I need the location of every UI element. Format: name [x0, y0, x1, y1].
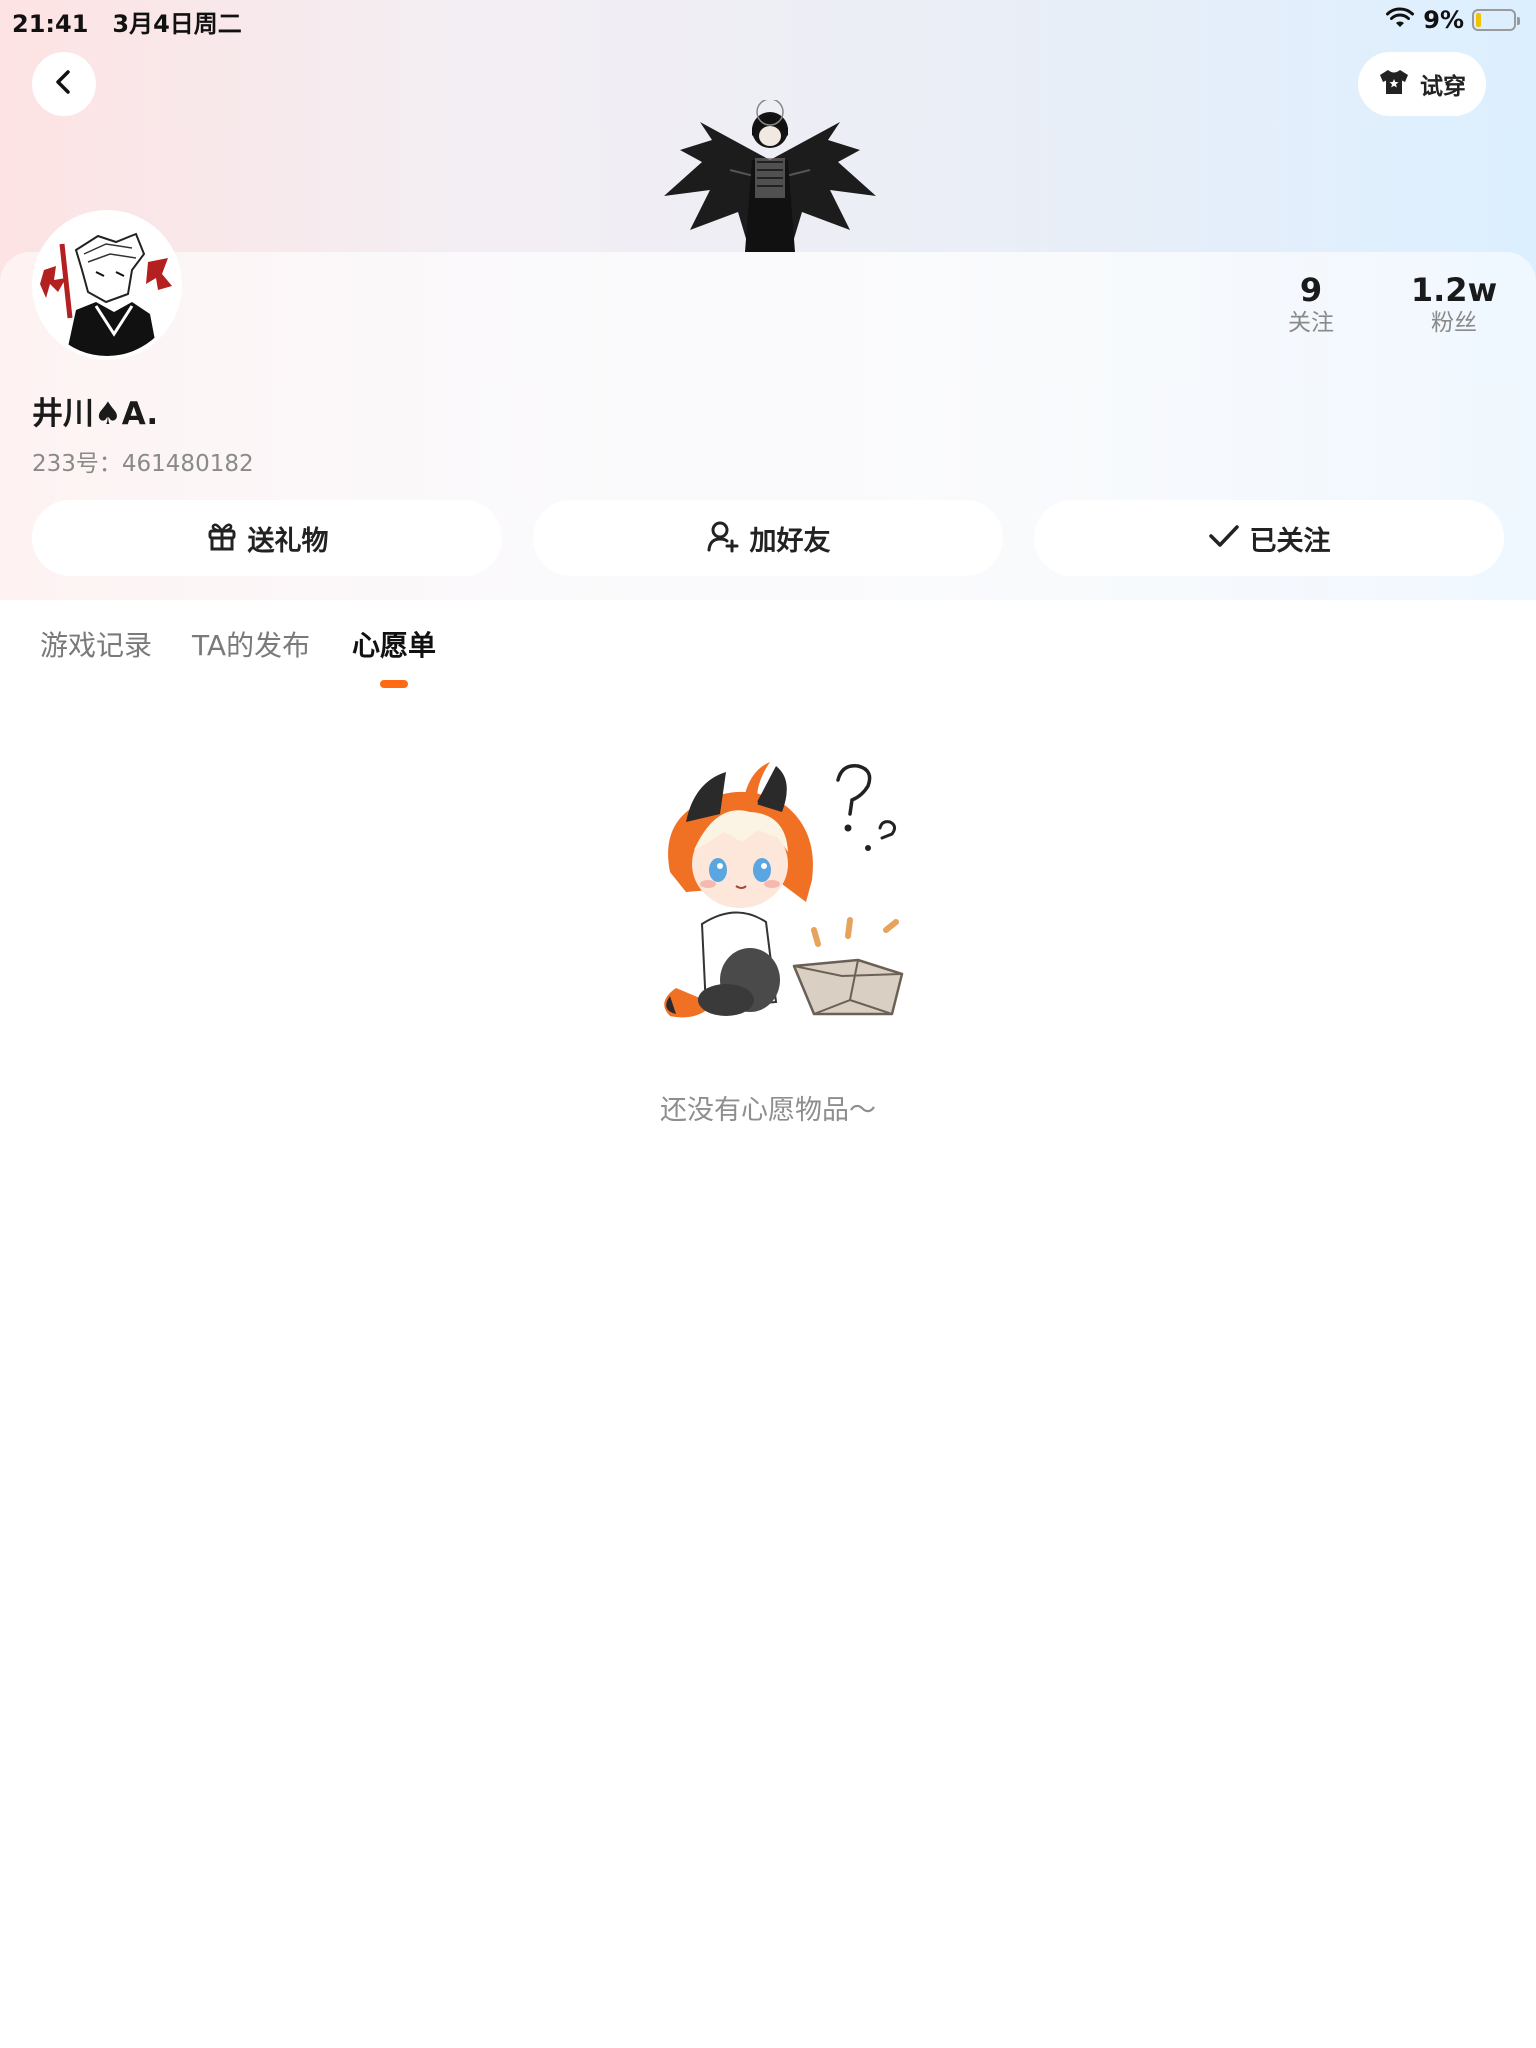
wifi-icon: [1385, 6, 1415, 34]
send-gift-label: 送礼物: [247, 525, 329, 557]
status-time-date: 21:41 3月4日周二: [12, 4, 242, 39]
username: 井川♠A.: [32, 396, 159, 432]
character-figure: [660, 98, 880, 252]
tab-game-records[interactable]: 游戏记录: [40, 624, 152, 664]
following-button[interactable]: 已关注: [1034, 500, 1504, 576]
user-id: 233号：461480182: [32, 451, 254, 477]
status-bar: 21:41 3月4日周二 9%: [0, 0, 1536, 40]
status-date: 3月4日周二: [112, 10, 242, 38]
followers-stat[interactable]: 1.2w 粉丝: [1384, 272, 1524, 338]
active-tab-indicator: [380, 680, 408, 688]
following-stat[interactable]: 9 关注: [1241, 272, 1381, 338]
send-gift-button[interactable]: 送礼物: [32, 500, 502, 576]
following-label: 关注: [1288, 310, 1334, 336]
status-indicators: 9%: [1385, 6, 1520, 34]
shirt-icon: [1378, 68, 1410, 100]
gift-icon: [206, 520, 238, 556]
battery-icon: [1472, 9, 1520, 31]
back-button[interactable]: [32, 52, 96, 116]
add-friend-label: 加好友: [749, 525, 831, 557]
try-on-button[interactable]: 试穿: [1358, 52, 1486, 116]
following-count: 9: [1299, 271, 1323, 309]
followers-count: 1.2w: [1410, 271, 1498, 309]
add-friend-icon: [706, 519, 740, 557]
empty-state-message: 还没有心愿物品～: [660, 1095, 876, 1126]
tab-wishlist[interactable]: 心愿单: [352, 624, 436, 664]
following-label-button: 已关注: [1249, 525, 1331, 557]
chevron-left-icon: [51, 69, 77, 99]
battery-percentage: 9%: [1423, 6, 1464, 34]
empty-state-illustration: [646, 752, 916, 1022]
avatar[interactable]: [36, 214, 178, 356]
check-icon: [1208, 522, 1240, 554]
add-friend-button[interactable]: 加好友: [533, 500, 1003, 576]
try-on-label: 试穿: [1420, 74, 1466, 100]
tab-posts[interactable]: TA的发布: [192, 624, 310, 664]
status-time: 21:41: [12, 10, 89, 38]
followers-label: 粉丝: [1431, 310, 1477, 336]
tab-bar: 游戏记录 TA的发布 心愿单: [0, 600, 1536, 690]
